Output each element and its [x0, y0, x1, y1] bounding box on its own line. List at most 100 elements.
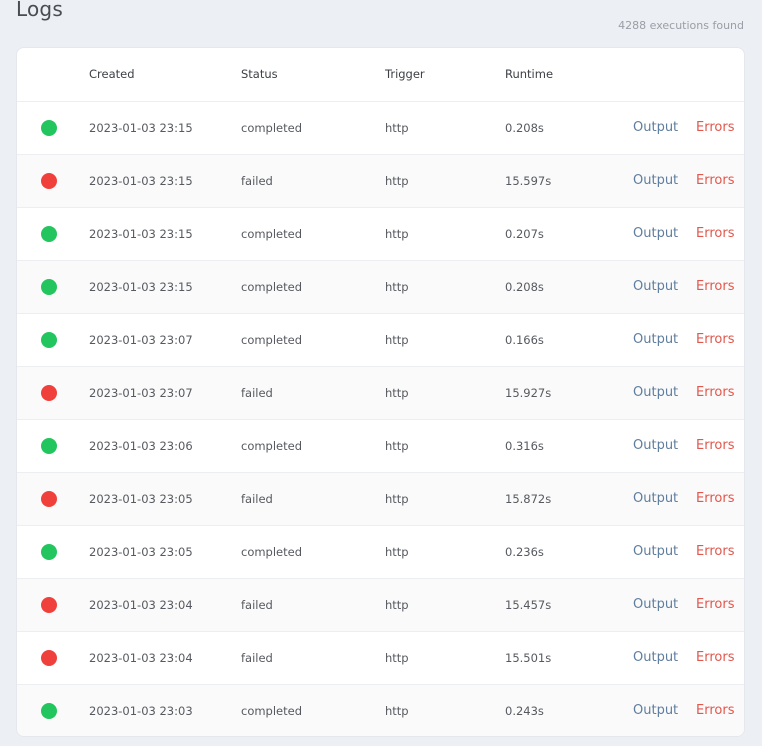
trigger-cell: http [385, 651, 409, 665]
status-completed-icon [41, 544, 57, 560]
output-link[interactable]: Output [633, 155, 678, 207]
table-row: 2023-01-03 23:07 failed http 15.927s Output E… [17, 366, 744, 419]
errors-link[interactable]: Errors [696, 102, 734, 154]
trigger-cell: http [385, 598, 409, 612]
status-completed-icon [41, 438, 57, 454]
runtime-cell: 15.597s [505, 174, 552, 188]
table-header: Created Status Trigger Runtime [17, 48, 744, 101]
output-link[interactable]: Output [633, 579, 678, 631]
created-cell: 2023-01-03 23:05 [89, 545, 193, 559]
trigger-cell: http [385, 280, 409, 294]
errors-link[interactable]: Errors [696, 579, 734, 631]
output-link[interactable]: Output [633, 208, 678, 260]
output-link[interactable]: Output [633, 685, 678, 736]
status-cell: failed [241, 492, 273, 506]
runtime-cell: 0.208s [505, 280, 544, 294]
output-link[interactable]: Output [633, 261, 678, 313]
errors-link[interactable]: Errors [696, 367, 734, 419]
status-cell: completed [241, 280, 303, 294]
table-row: 2023-01-03 23:15 completed http 0.208s Outpu… [17, 101, 744, 154]
trigger-cell: http [385, 545, 409, 559]
trigger-cell: http [385, 227, 409, 241]
status-cell: failed [241, 386, 273, 400]
errors-link[interactable]: Errors [696, 208, 734, 260]
trigger-cell: http [385, 121, 409, 135]
created-cell: 2023-01-03 23:07 [89, 333, 193, 347]
status-cell: completed [241, 704, 303, 718]
page-title: Logs [16, 0, 63, 21]
status-cell: completed [241, 545, 303, 559]
created-cell: 2023-01-03 23:07 [89, 386, 193, 400]
output-link[interactable]: Output [633, 526, 678, 578]
errors-link[interactable]: Errors [696, 632, 734, 684]
errors-link[interactable]: Errors [696, 473, 734, 525]
table-row: 2023-01-03 23:05 completed http 0.236s Outpu… [17, 525, 744, 578]
runtime-cell: 15.457s [505, 598, 552, 612]
created-cell: 2023-01-03 23:04 [89, 651, 193, 665]
status-cell: failed [241, 598, 273, 612]
logs-table: Created Status Trigger Runtime 2023-01-0… [16, 47, 745, 737]
runtime-cell: 0.243s [505, 704, 544, 718]
trigger-cell: http [385, 492, 409, 506]
output-link[interactable]: Output [633, 632, 678, 684]
runtime-cell: 15.872s [505, 492, 552, 506]
trigger-cell: http [385, 439, 409, 453]
runtime-cell: 0.236s [505, 545, 544, 559]
table-row: 2023-01-03 23:06 completed http 0.316s Outpu… [17, 419, 744, 472]
status-failed-icon [41, 650, 57, 666]
table-row: 2023-01-03 23:05 failed http 15.872s Output E… [17, 472, 744, 525]
status-cell: failed [241, 174, 273, 188]
runtime-cell: 0.208s [505, 121, 544, 135]
created-cell: 2023-01-03 23:15 [89, 280, 193, 294]
runtime-cell: 0.316s [505, 439, 544, 453]
runtime-cell: 15.501s [505, 651, 552, 665]
created-cell: 2023-01-03 23:15 [89, 227, 193, 241]
table-row: 2023-01-03 23:15 completed http 0.207s Outpu… [17, 207, 744, 260]
status-completed-icon [41, 703, 57, 719]
errors-link[interactable]: Errors [696, 420, 734, 472]
status-cell: completed [241, 121, 303, 135]
output-link[interactable]: Output [633, 420, 678, 472]
column-header-trigger: Trigger [385, 67, 425, 81]
status-cell: completed [241, 227, 303, 241]
output-link[interactable]: Output [633, 367, 678, 419]
runtime-cell: 15.927s [505, 386, 552, 400]
status-failed-icon [41, 385, 57, 401]
created-cell: 2023-01-03 23:15 [89, 174, 193, 188]
output-link[interactable]: Output [633, 314, 678, 366]
errors-link[interactable]: Errors [696, 685, 734, 736]
runtime-cell: 0.207s [505, 227, 544, 241]
output-link[interactable]: Output [633, 102, 678, 154]
table-row: 2023-01-03 23:03 completed http 0.243s Outpu… [17, 684, 744, 736]
created-cell: 2023-01-03 23:05 [89, 492, 193, 506]
errors-link[interactable]: Errors [696, 314, 734, 366]
column-header-runtime: Runtime [505, 67, 554, 81]
table-row: 2023-01-03 23:15 failed http 15.597s Output E… [17, 154, 744, 207]
trigger-cell: http [385, 704, 409, 718]
errors-link[interactable]: Errors [696, 261, 734, 313]
status-failed-icon [41, 173, 57, 189]
table-row: 2023-01-03 23:04 failed http 15.457s Output E… [17, 578, 744, 631]
created-cell: 2023-01-03 23:06 [89, 439, 193, 453]
table-row: 2023-01-03 23:15 completed http 0.208s Outpu… [17, 260, 744, 313]
status-completed-icon [41, 226, 57, 242]
page-header: Logs 4288 executions found [0, 0, 762, 44]
status-completed-icon [41, 279, 57, 295]
output-link[interactable]: Output [633, 473, 678, 525]
trigger-cell: http [385, 333, 409, 347]
trigger-cell: http [385, 386, 409, 400]
status-completed-icon [41, 332, 57, 348]
status-failed-icon [41, 597, 57, 613]
status-cell: completed [241, 439, 303, 453]
errors-link[interactable]: Errors [696, 155, 734, 207]
errors-link[interactable]: Errors [696, 526, 734, 578]
status-cell: completed [241, 333, 303, 347]
status-completed-icon [41, 120, 57, 136]
table-row: 2023-01-03 23:04 failed http 15.501s Output E… [17, 631, 744, 684]
executions-count: 4288 executions found [618, 19, 744, 32]
status-cell: failed [241, 651, 273, 665]
column-header-status: Status [241, 67, 278, 81]
created-cell: 2023-01-03 23:15 [89, 121, 193, 135]
trigger-cell: http [385, 174, 409, 188]
column-header-created: Created [89, 67, 135, 81]
